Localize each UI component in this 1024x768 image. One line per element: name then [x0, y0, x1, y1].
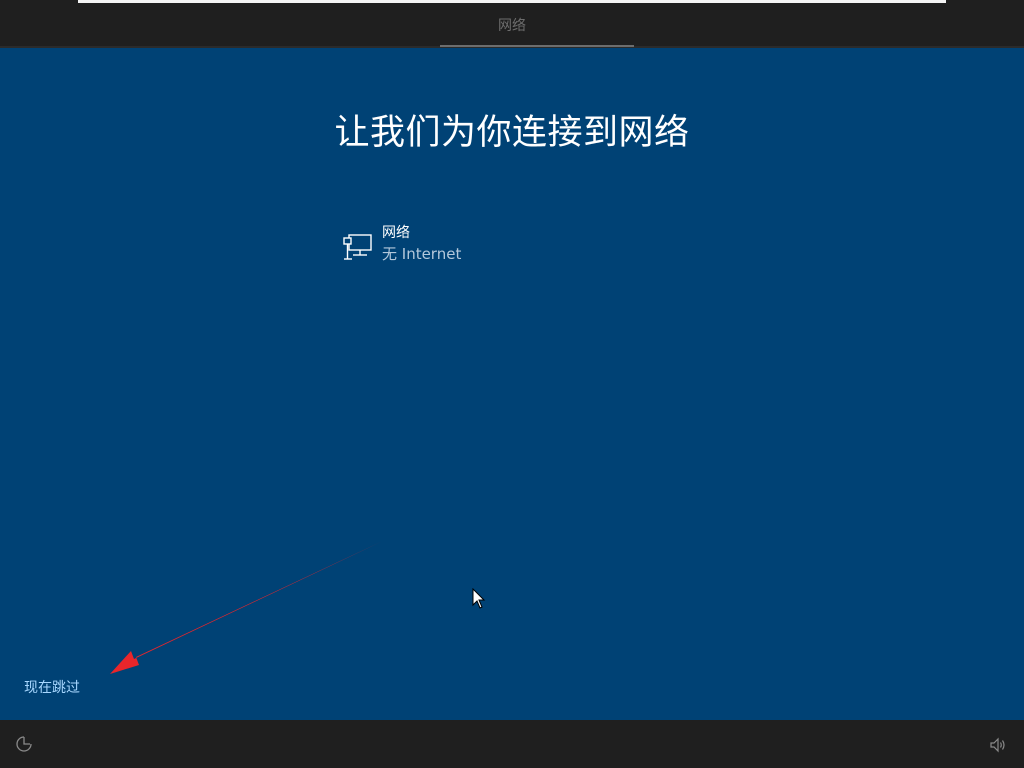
top-progress-bar: 网络 — [0, 0, 1024, 48]
annotation-arrow-shape — [110, 539, 387, 674]
bottom-bar — [0, 720, 1024, 768]
network-list-item[interactable]: 网络 无 Internet — [338, 218, 638, 268]
oobe-screen: 网络 让我们为你连接到网络 网络 无 Internet 现在跳过 — [0, 0, 1024, 768]
network-status: 无 Internet — [382, 245, 462, 263]
step-underline — [440, 45, 634, 47]
page-title: 让我们为你连接到网络 — [334, 113, 690, 153]
volume-icon[interactable] — [989, 736, 1007, 754]
network-name: 网络 — [382, 225, 410, 241]
main-panel: 让我们为你连接到网络 网络 无 Internet 现在跳过 — [0, 48, 1024, 720]
skip-now-link[interactable]: 现在跳过 — [24, 677, 80, 697]
mouse-cursor-icon — [472, 588, 486, 609]
step-label: 网络 — [498, 18, 526, 34]
network-text: 网络 无 Internet — [382, 224, 461, 265]
wired-network-icon — [343, 234, 372, 260]
ease-of-access-icon[interactable] — [15, 735, 33, 753]
top-edge-strip — [78, 0, 946, 3]
